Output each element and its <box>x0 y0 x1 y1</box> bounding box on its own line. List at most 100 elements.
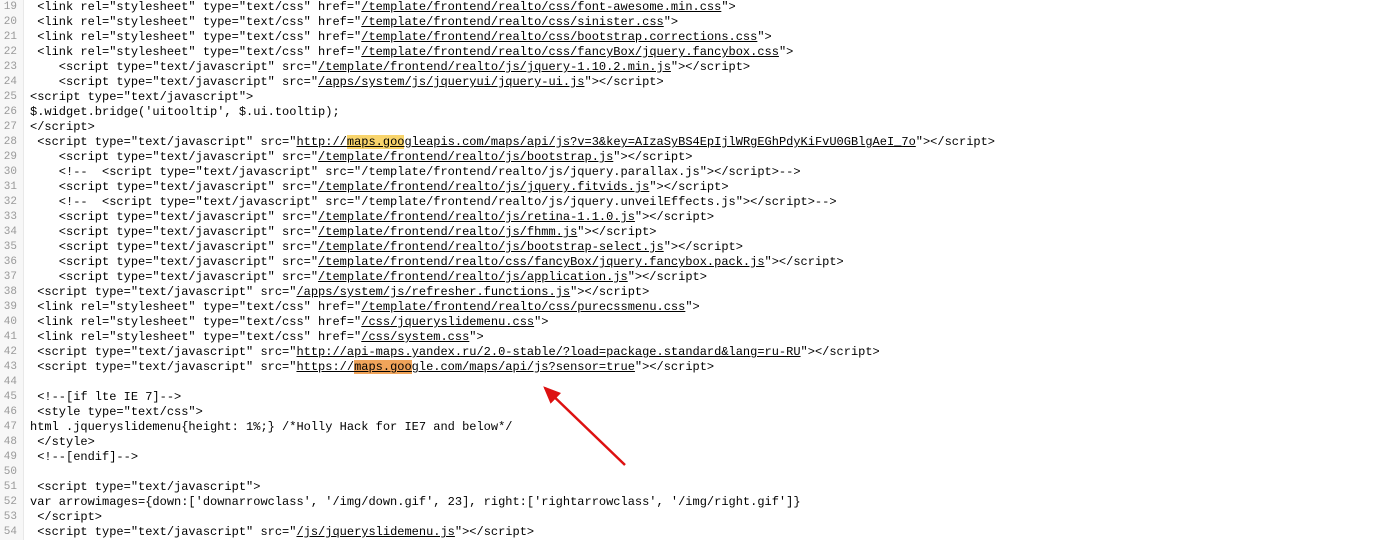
code-line: 36 <script type="text/javascript" src="/… <box>0 255 1394 270</box>
code-content: <link rel="stylesheet" type="text/css" h… <box>24 45 1394 60</box>
code-content: <link rel="stylesheet" type="text/css" h… <box>24 15 1394 30</box>
code-line: 37 <script type="text/javascript" src="/… <box>0 270 1394 285</box>
code-content: <script type="text/javascript" src="/js/… <box>24 525 1394 540</box>
code-line: 47html .jqueryslidemenu{height: 1%;} /*H… <box>0 420 1394 435</box>
code-line: 49 <!--[endif]--> <box>0 450 1394 465</box>
line-number: 42 <box>0 345 24 360</box>
code-content: <link rel="stylesheet" type="text/css" h… <box>24 315 1394 330</box>
code-line: 44 <box>0 375 1394 390</box>
source-link[interactable]: /template/frontend/realto/js/bootstrap-s… <box>318 240 664 254</box>
code-content: <script type="text/javascript" src="/tem… <box>24 240 1394 255</box>
source-link[interactable]: gleapis.com/maps/api/js?v=3&key=AIzaSyBS… <box>404 135 915 149</box>
line-number: 48 <box>0 435 24 450</box>
code-line: 24 <script type="text/javascript" src="/… <box>0 75 1394 90</box>
source-link[interactable]: /template/frontend/realto/css/fancyBox/j… <box>318 255 764 269</box>
code-content: <script type="text/javascript" src="http… <box>24 360 1394 375</box>
code-line: 42 <script type="text/javascript" src="h… <box>0 345 1394 360</box>
code-content: <!-- <script type="text/javascript" src=… <box>24 165 1394 180</box>
code-content: <!-- <script type="text/javascript" src=… <box>24 195 1394 210</box>
code-line: 41 <link rel="stylesheet" type="text/css… <box>0 330 1394 345</box>
code-content: <script type="text/javascript" src="/app… <box>24 75 1394 90</box>
source-link[interactable]: http://api-maps.yandex.ru/2.0-stable/?lo… <box>296 345 800 359</box>
line-number: 41 <box>0 330 24 345</box>
source-link[interactable]: /template/frontend/realto/css/font-aweso… <box>361 0 721 14</box>
code-content: <link rel="stylesheet" type="text/css" h… <box>24 0 1394 15</box>
source-link[interactable]: /css/system.css <box>361 330 469 344</box>
source-link[interactable]: /css/jqueryslidemenu.css <box>361 315 534 329</box>
code-line: 54 <script type="text/javascript" src="/… <box>0 525 1394 540</box>
source-link[interactable]: /template/frontend/realto/js/jquery-1.10… <box>318 60 671 74</box>
line-number: 34 <box>0 225 24 240</box>
line-number: 52 <box>0 495 24 510</box>
code-content: </script> <box>24 120 1394 135</box>
code-line: 45 <!--[if lte IE 7]--> <box>0 390 1394 405</box>
source-link[interactable]: /template/frontend/realto/css/sinister.c… <box>361 15 663 29</box>
code-line: 34 <script type="text/javascript" src="/… <box>0 225 1394 240</box>
code-content: <script type="text/javascript" src="http… <box>24 345 1394 360</box>
code-content: <script type="text/javascript" src="/tem… <box>24 150 1394 165</box>
code-line: 33 <script type="text/javascript" src="/… <box>0 210 1394 225</box>
code-line: 39 <link rel="stylesheet" type="text/css… <box>0 300 1394 315</box>
line-number: 53 <box>0 510 24 525</box>
line-number: 37 <box>0 270 24 285</box>
code-line: 21 <link rel="stylesheet" type="text/css… <box>0 30 1394 45</box>
code-line: 29 <script type="text/javascript" src="/… <box>0 150 1394 165</box>
code-content: <script type="text/javascript" src="/tem… <box>24 270 1394 285</box>
source-link[interactable]: http:// <box>296 135 346 149</box>
code-content: <!--[if lte IE 7]--> <box>24 390 1394 405</box>
code-line: 31 <script type="text/javascript" src="/… <box>0 180 1394 195</box>
code-line: 22 <link rel="stylesheet" type="text/css… <box>0 45 1394 60</box>
source-link[interactable]: maps.goo <box>347 135 405 149</box>
source-link[interactable]: https:// <box>296 360 354 374</box>
code-line: 51 <script type="text/javascript"> <box>0 480 1394 495</box>
source-viewer: 19 <link rel="stylesheet" type="text/css… <box>0 0 1394 540</box>
line-number: 20 <box>0 15 24 30</box>
line-number: 54 <box>0 525 24 540</box>
line-number: 33 <box>0 210 24 225</box>
code-content: <script type="text/javascript"> <box>24 90 1394 105</box>
code-line: 26$.widget.bridge('uitooltip', $.ui.tool… <box>0 105 1394 120</box>
code-line: 32 <!-- <script type="text/javascript" s… <box>0 195 1394 210</box>
source-link[interactable]: /template/frontend/realto/css/purecssmen… <box>361 300 685 314</box>
source-link[interactable]: /js/jqueryslidemenu.js <box>296 525 454 539</box>
source-link[interactable]: /template/frontend/realto/js/application… <box>318 270 628 284</box>
source-link[interactable]: /template/frontend/realto/js/jquery.fitv… <box>318 180 649 194</box>
source-link[interactable]: /apps/system/js/refresher.functions.js <box>296 285 570 299</box>
line-number: 39 <box>0 300 24 315</box>
code-content: <script type="text/javascript" src="/tem… <box>24 225 1394 240</box>
code-line: 43 <script type="text/javascript" src="h… <box>0 360 1394 375</box>
code-content: <link rel="stylesheet" type="text/css" h… <box>24 30 1394 45</box>
source-link[interactable]: /apps/system/js/jqueryui/jquery-ui.js <box>318 75 584 89</box>
line-number: 44 <box>0 375 24 390</box>
code-content <box>24 465 1394 480</box>
code-line: 50 <box>0 465 1394 480</box>
code-content: <script type="text/javascript"> <box>24 480 1394 495</box>
code-line: 38 <script type="text/javascript" src="/… <box>0 285 1394 300</box>
code-line: 27</script> <box>0 120 1394 135</box>
source-link[interactable]: /template/frontend/realto/css/fancyBox/j… <box>361 45 779 59</box>
code-line: 25<script type="text/javascript"> <box>0 90 1394 105</box>
line-number: 50 <box>0 465 24 480</box>
line-number: 32 <box>0 195 24 210</box>
code-line: 35 <script type="text/javascript" src="/… <box>0 240 1394 255</box>
source-link[interactable]: /template/frontend/realto/js/bootstrap.j… <box>318 150 613 164</box>
line-number: 30 <box>0 165 24 180</box>
source-link[interactable]: maps.goo <box>354 360 412 374</box>
line-number: 22 <box>0 45 24 60</box>
source-link[interactable]: gle.com/maps/api/js?sensor=true <box>412 360 635 374</box>
code-content: <script type="text/javascript" src="/tem… <box>24 210 1394 225</box>
code-content: html .jqueryslidemenu{height: 1%;} /*Hol… <box>24 420 1394 435</box>
code-line: 23 <script type="text/javascript" src="/… <box>0 60 1394 75</box>
line-number: 38 <box>0 285 24 300</box>
line-number: 19 <box>0 0 24 15</box>
line-number: 27 <box>0 120 24 135</box>
line-number: 25 <box>0 90 24 105</box>
line-number: 45 <box>0 390 24 405</box>
source-link[interactable]: /template/frontend/realto/js/fhmm.js <box>318 225 577 239</box>
code-content: </style> <box>24 435 1394 450</box>
code-content <box>24 375 1394 390</box>
code-line: 20 <link rel="stylesheet" type="text/css… <box>0 15 1394 30</box>
source-link[interactable]: /template/frontend/realto/js/retina-1.1.… <box>318 210 635 224</box>
source-link[interactable]: /template/frontend/realto/css/bootstrap.… <box>361 30 757 44</box>
code-content: $.widget.bridge('uitooltip', $.ui.toolti… <box>24 105 1394 120</box>
